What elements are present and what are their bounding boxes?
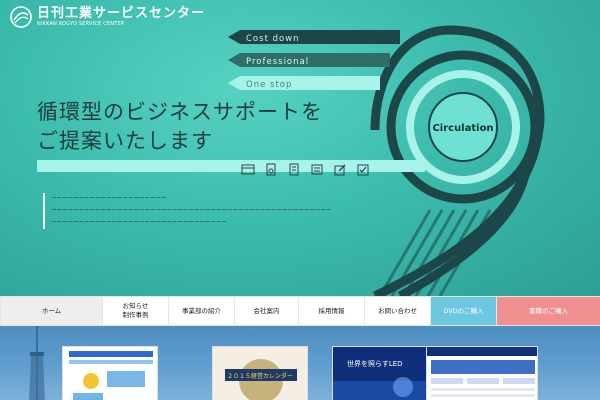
- intro-text: ーーーーーーーーーーーーーーーーーーーーー ーーーーーーーーーーーーーーーーーー…: [43, 193, 351, 229]
- hero-headline: 循環型のビジネスサポートを ご提案いたします: [37, 98, 323, 156]
- case-thumbnail-1[interactable]: [62, 346, 158, 400]
- intro-line-3: ーーーーーーーーーーーーーーーーーーーーーーーーーーーーーーーー: [51, 220, 228, 226]
- nav-contact[interactable]: お問い合わせ: [365, 297, 431, 325]
- edit-icon: [334, 164, 346, 176]
- nav-divisions[interactable]: 事業部の紹介: [169, 297, 235, 325]
- nav-divisions-label: 事業部の紹介: [182, 306, 221, 315]
- brand-name-en: NIKKAN KOGYO SERVICE CENTER: [37, 21, 125, 27]
- nav-book-label: 書籍のご購入: [529, 306, 568, 315]
- nav-dvd-purchase[interactable]: DVDのご購入: [431, 297, 497, 325]
- nav-contact-label: お問い合わせ: [378, 306, 417, 315]
- service-icon-row: [241, 163, 370, 176]
- thumbnail-4-image: [427, 347, 537, 400]
- ribbon-cost-down: Cost down: [246, 34, 300, 44]
- nav-recruit-label: 採用情報: [318, 306, 345, 315]
- nav-news-cases[interactable]: お知らせ 制作事例: [103, 297, 169, 325]
- tower-silhouette: [29, 326, 45, 400]
- ribbon-professional: Professional: [246, 57, 309, 67]
- nav-company-label: 会社案内: [253, 306, 280, 315]
- company-logo-icon: [10, 6, 32, 28]
- intro-line-2: ーーーーーーーーーーーーーーーーーーーーーーーーーーーーーーーーーーーーーーーー…: [51, 208, 332, 214]
- thumbnail-1-image: [63, 347, 157, 400]
- nav-news-line-2: 制作事例: [122, 311, 149, 319]
- nav-home[interactable]: ホーム: [0, 297, 103, 325]
- building-icon: [289, 163, 299, 176]
- list-icon: [311, 164, 323, 175]
- nav-book-purchase[interactable]: 書籍のご購入: [497, 297, 600, 325]
- headline-line-2: ご提案いたします: [37, 129, 213, 153]
- thumbnail-3-image: [333, 347, 427, 400]
- thumbnail-3-title: 世界を照らすLED: [347, 360, 403, 368]
- case-thumbnail-3[interactable]: 世界を照らすLED: [332, 346, 428, 400]
- nav-home-label: ホーム: [41, 306, 62, 315]
- circulation-label: Circulation: [432, 123, 493, 134]
- nav-dvd-label: DVDのご購入: [443, 306, 484, 315]
- nav-recruit[interactable]: 採用情報: [299, 297, 365, 325]
- portfolio-banner: ２０１５経営カレンダー 世界を照らすLED: [0, 326, 600, 400]
- case-thumbnail-2[interactable]: ２０１５経営カレンダー: [212, 346, 308, 400]
- hero-section: Cost down Professional One stop Circulat…: [0, 0, 600, 296]
- main-nav: ホーム お知らせ 制作事例 事業部の紹介 会社案内 採用情報 お問い合わせ DV…: [0, 296, 600, 326]
- ribbon-arrows: Cost down Professional One stop: [228, 30, 400, 90]
- brand-name-ja: 日刊工業サービスセンター: [37, 6, 206, 21]
- checkbox-icon: [357, 164, 369, 176]
- intro-line-1: ーーーーーーーーーーーーーーーーーーーーー: [51, 196, 167, 202]
- thumbnail-2-caption: ２０１５経営カレンダー: [227, 373, 294, 380]
- window-icon: [241, 164, 255, 175]
- brand[interactable]: 日刊工業サービスセンター NIKKAN KOGYO SERVICE CENTER: [10, 6, 205, 28]
- ribbon-one-stop: One stop: [246, 80, 292, 90]
- document-gear-icon: [266, 163, 276, 176]
- headline-line-1: 循環型のビジネスサポートを: [37, 100, 323, 124]
- nav-news-label: お知らせ 制作事例: [123, 302, 149, 320]
- nav-news-line-1: お知らせ: [122, 302, 149, 310]
- nav-company[interactable]: 会社案内: [235, 297, 299, 325]
- case-thumbnail-4[interactable]: [426, 346, 538, 400]
